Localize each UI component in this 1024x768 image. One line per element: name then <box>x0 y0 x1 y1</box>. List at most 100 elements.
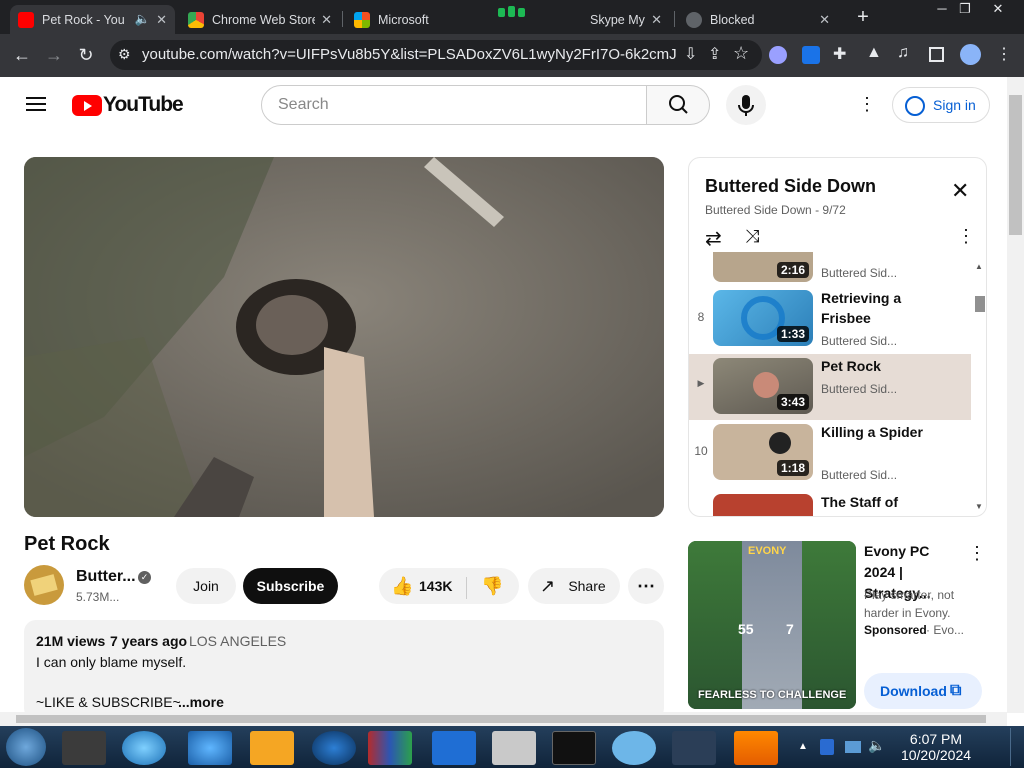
sponsored-label: Sponsored <box>864 623 927 637</box>
reload-icon[interactable]: ↻ <box>72 34 100 77</box>
tray-volume-icon[interactable]: 🔈 <box>868 737 885 754</box>
bookmark-star-icon[interactable]: ☆ <box>733 43 749 64</box>
page-vertical-scrollbar[interactable] <box>1007 77 1024 713</box>
close-tab-icon[interactable]: ✕ <box>819 12 830 28</box>
taskbar-vlc-icon[interactable] <box>734 731 778 765</box>
ad-image[interactable]: EVONY 55 7 FEARLESS TO CHALLENGE <box>688 541 856 709</box>
upload-age: 7 years ago <box>110 633 188 649</box>
like-count[interactable]: 143K <box>419 578 452 594</box>
extension-f-icon[interactable] <box>802 46 820 64</box>
extension-globe-icon[interactable] <box>769 46 787 64</box>
playlist-item-index: 10 <box>694 444 708 458</box>
profile-avatar-icon[interactable] <box>960 44 981 65</box>
taskbar-f-icon[interactable] <box>432 731 476 765</box>
share-button[interactable]: ↗ Share <box>528 568 620 604</box>
close-window-icon[interactable]: ✕ <box>981 0 1015 20</box>
close-tab-icon[interactable]: ✕ <box>321 12 332 28</box>
playlist-scrollbar[interactable]: ▲ ▼ <box>972 258 986 514</box>
tab-chrome-web-store[interactable]: Chrome Web Store ✕ <box>180 5 340 34</box>
taskbar-ie-icon[interactable] <box>188 731 232 765</box>
ad-advertiser: · Evo... <box>926 623 965 637</box>
taskbar-console-icon[interactable] <box>552 731 596 765</box>
speaker-icon[interactable]: 🔈 <box>135 12 151 27</box>
search-input[interactable]: Search <box>261 85 647 125</box>
youtube-logo-icon[interactable] <box>72 95 102 116</box>
tab-pet-rock[interactable]: Pet Rock - You 🔈 ✕ <box>10 5 175 34</box>
search-button[interactable] <box>646 85 710 125</box>
loading-dots-icon <box>498 6 528 18</box>
close-playlist-icon[interactable]: ✕ <box>951 180 969 202</box>
ad-slogan: FEARLESS TO CHALLENGE <box>698 689 847 701</box>
chrome-menu-icon[interactable]: ⋮ <box>996 44 1012 64</box>
voice-search-button[interactable] <box>726 85 766 125</box>
verified-check-icon: ✓ <box>138 571 151 584</box>
youtube-logo-text[interactable]: YouTube <box>103 93 184 117</box>
close-tab-icon[interactable]: ✕ <box>651 12 662 28</box>
flask-icon[interactable]: ▲ <box>866 44 882 62</box>
more-actions-icon[interactable]: ⋯ <box>628 568 664 604</box>
taskbar-monitor-icon[interactable] <box>672 731 716 765</box>
taskbar-media-icon[interactable] <box>250 731 294 765</box>
forward-arrow-icon[interactable]: → <box>40 34 68 77</box>
subscribe-button[interactable]: Subscribe <box>243 568 338 604</box>
playlist-item[interactable]: 8 1:33 Retrieving a Frisbee Buttered Sid… <box>689 286 971 352</box>
location-tag[interactable]: LOS ANGELES <box>189 633 286 649</box>
ad-menu-icon[interactable]: ⋮ <box>968 543 986 564</box>
hamburger-menu-icon[interactable] <box>26 97 46 111</box>
subscriber-count: 5.73M... <box>76 590 120 604</box>
side-panel-icon[interactable] <box>929 47 944 62</box>
taskbar-globe-icon[interactable] <box>312 731 356 765</box>
video-thumbnail <box>713 494 813 516</box>
tab-separator <box>674 11 675 27</box>
restore-icon[interactable]: ❐ <box>948 0 982 20</box>
taskbar-winrar-icon[interactable] <box>368 731 412 765</box>
show-desktop-button[interactable] <box>1010 728 1024 766</box>
url-text[interactable]: youtube.com/watch?v=UIFPsVu8b5Y&list=PLS… <box>142 46 677 63</box>
tray-expand-icon[interactable]: ▲ <box>798 741 808 752</box>
join-button[interactable]: Join <box>176 568 236 604</box>
tab-skype[interactable]: Skype My ✕ <box>530 5 670 34</box>
page-horizontal-scrollbar[interactable] <box>0 712 1007 726</box>
back-arrow-icon[interactable]: ← <box>8 34 36 77</box>
like-divider <box>466 577 467 599</box>
playlist-menu-icon[interactable]: ⋮ <box>957 226 975 247</box>
taskbar-clock[interactable]: 6:07 PM 10/20/2024 <box>886 731 986 763</box>
settings-menu-icon[interactable]: ⋮ <box>858 94 876 115</box>
video-thumbnail: 3:43 <box>713 358 813 414</box>
sign-in-button[interactable]: Sign in <box>892 87 990 123</box>
video-player[interactable] <box>24 157 664 517</box>
taskbar-users-icon[interactable] <box>612 731 656 765</box>
tab-microsoft[interactable]: Microsoft <box>346 5 496 34</box>
web-store-favicon-icon <box>188 11 204 28</box>
tray-shield-icon[interactable] <box>820 739 834 755</box>
thumbs-down-icon[interactable]: 👎 <box>481 576 503 597</box>
share-page-icon[interactable]: ⇪ <box>708 44 721 64</box>
media-control-icon[interactable]: ♫ <box>897 44 909 62</box>
channel-avatar[interactable] <box>24 565 64 605</box>
video-thumbnail: 1:33 <box>713 290 813 346</box>
playlist-title[interactable]: Buttered Side Down <box>705 176 876 197</box>
playlist-item-current[interactable]: ▶ 3:43 Pet Rock Buttered Sid... <box>689 354 971 420</box>
start-button[interactable] <box>6 728 46 766</box>
loop-icon[interactable]: ⇄ <box>705 226 722 251</box>
thumbs-up-icon[interactable]: 👍 <box>391 576 413 597</box>
playlist-item[interactable]: 10 1:18 Killing a Spider Buttered Sid... <box>689 420 971 486</box>
taskbar-app-icon[interactable] <box>62 731 106 765</box>
taskbar-chrome-icon[interactable] <box>122 731 166 765</box>
extensions-puzzle-icon[interactable]: ✚ <box>833 44 846 64</box>
close-tab-icon[interactable]: ✕ <box>156 12 167 28</box>
account-icon <box>905 96 925 116</box>
playlist-item[interactable]: 2:16 Buttered Sid... <box>689 252 971 282</box>
channel-name[interactable]: Butter... <box>76 568 136 586</box>
playlist-item[interactable]: The Staff of <box>689 490 971 516</box>
tray-network-icon[interactable] <box>845 741 861 753</box>
more-link[interactable]: ...more <box>178 694 224 710</box>
evony-logo: EVONY <box>748 545 787 557</box>
install-icon[interactable]: ⇩ <box>684 44 697 64</box>
taskbar-files-icon[interactable] <box>492 731 536 765</box>
site-info-icon[interactable]: ⚙ <box>118 46 131 63</box>
new-tab-button[interactable]: + <box>852 6 874 28</box>
tab-blocked[interactable]: Blocked ✕ <box>678 5 838 34</box>
shuffle-icon[interactable]: ⤨ <box>745 226 759 247</box>
download-button[interactable]: Download ⧉ <box>864 673 982 709</box>
